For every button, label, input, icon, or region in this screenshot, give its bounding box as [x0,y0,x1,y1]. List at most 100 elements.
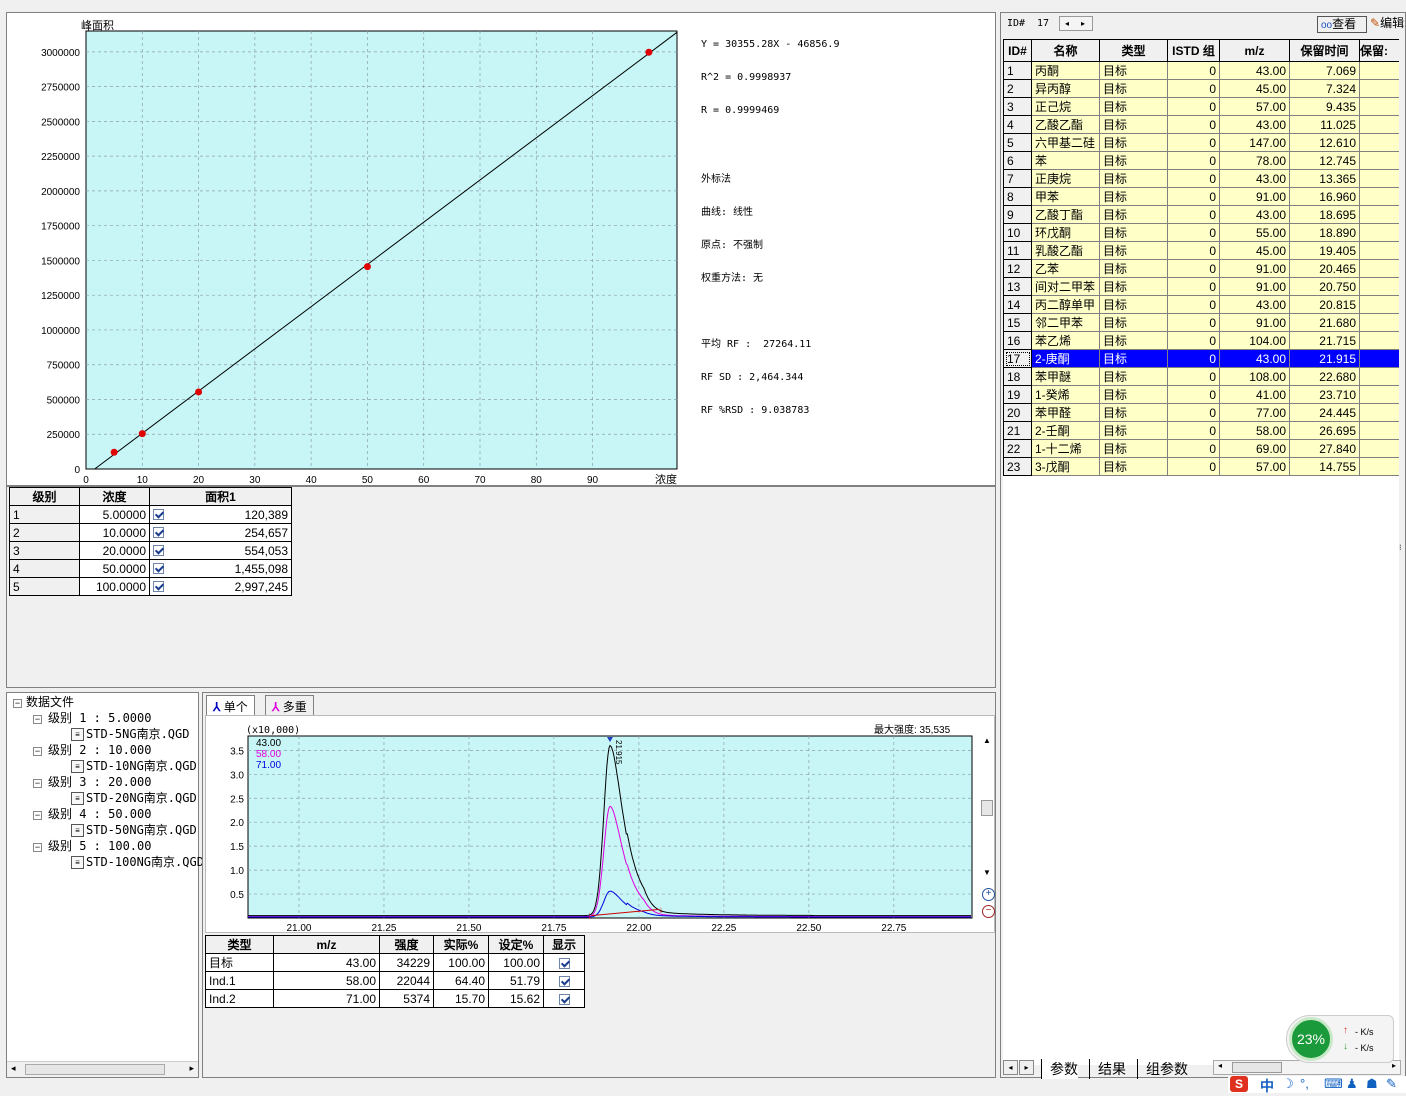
compound-row[interactable]: 10 环戊酮 目标 0 55.00 18.890 [1003,223,1399,242]
compound-rt2[interactable] [1359,115,1399,134]
compound-mz[interactable]: 91.00 [1219,259,1290,278]
compound-id[interactable]: 13 [1003,277,1032,296]
compound-type[interactable]: 目标 [1099,439,1168,458]
compound-type[interactable]: 目标 [1099,223,1168,242]
compound-rt2[interactable] [1359,61,1399,80]
tree-scroll-thumb[interactable] [25,1064,165,1075]
tab-group-params[interactable]: 组参数 [1137,1059,1188,1079]
compound-rt[interactable]: 9.435 [1289,97,1360,116]
compound-id[interactable]: 10 [1003,223,1032,242]
compound-name[interactable]: 2-庚酮 [1031,349,1100,368]
ion-mz[interactable]: 71.00 [273,989,380,1008]
compound-rt[interactable]: 22.680 [1289,367,1360,386]
tree-level[interactable]: − 级别 2 : 10.000 [13,742,204,758]
ion-show[interactable] [543,953,585,972]
compound-name[interactable]: 苯乙烯 [1031,331,1100,350]
compound-type[interactable]: 目标 [1099,115,1168,134]
tree-level[interactable]: − 级别 5 : 100.00 [13,838,204,854]
tools-icon[interactable]: ✎ [1386,1076,1397,1092]
compound-mz[interactable]: 43.00 [1219,349,1290,368]
compound-id[interactable]: 23 [1003,457,1032,476]
cal-data-point[interactable] [195,388,203,396]
ion-col-mz[interactable]: m/z [273,935,380,954]
compound-id[interactable]: 9 [1003,205,1032,224]
compound-type[interactable]: 目标 [1099,241,1168,260]
compound-mz[interactable]: 45.00 [1219,241,1290,260]
tree-level[interactable]: − 级别 1 : 5.0000 [13,710,204,726]
compound-rt[interactable]: 23.710 [1289,385,1360,404]
compound-type[interactable]: 目标 [1099,169,1168,188]
compound-id[interactable]: 1 [1003,61,1032,80]
compound-id[interactable]: 22 [1003,439,1032,458]
compound-mz[interactable]: 91.00 [1219,313,1290,332]
compound-rt2[interactable] [1359,205,1399,224]
compound-id[interactable]: 19 [1003,385,1032,404]
view-button[interactable]: oo查看 [1317,16,1367,33]
moon-icon[interactable]: ☽ [1282,1076,1294,1092]
col-mz[interactable]: m/z [1219,39,1290,62]
compound-row[interactable]: 23 3-戊酮 目标 0 57.00 14.755 [1003,457,1399,476]
compound-type[interactable]: 目标 [1099,133,1168,152]
user-icon[interactable]: ☗ [1366,1076,1378,1092]
area-cell[interactable]: 1,455,098 [149,559,292,578]
compound-rt2[interactable] [1359,313,1399,332]
zoom-in-icon[interactable]: + [982,888,995,901]
compound-id[interactable]: 3 [1003,97,1032,116]
compound-id[interactable]: 2 [1003,79,1032,98]
compound-id[interactable]: 18 [1003,367,1032,386]
compound-row[interactable]: 13 间对二甲苯 目标 0 91.00 20.750 [1003,277,1399,296]
area-col-header[interactable]: 面积1 [149,487,292,506]
conc-cell[interactable]: 20.0000 [79,541,150,560]
compound-istd[interactable]: 0 [1167,79,1220,98]
compound-rt2[interactable] [1359,151,1399,170]
compound-name[interactable]: 正己烷 [1031,97,1100,116]
compound-name[interactable]: 乙酸乙酯 [1031,115,1100,134]
compound-row[interactable]: 6 苯目标 0 78.00 12.745 [1003,151,1399,170]
compound-row[interactable]: 4 乙酸乙酯 目标 0 43.00 11.025 [1003,115,1399,134]
id-spinner[interactable]: ◂ ▸ [1059,16,1093,31]
conc-cell[interactable]: 5.00000 [79,505,150,524]
ion-set[interactable]: 51.79 [488,971,544,990]
zoom-out-icon[interactable]: − [982,905,995,918]
compound-row[interactable]: 2 异丙醇 目标 0 45.00 7.324 [1003,79,1399,98]
compound-type[interactable]: 目标 [1099,97,1168,116]
area-checkbox[interactable] [153,527,164,538]
compound-mz[interactable]: 69.00 [1219,439,1290,458]
tree-file[interactable]: ≡ STD-50NG南京.QGD [13,822,204,838]
ion-row[interactable]: Ind.2 71.00 5374 15.70 15.62 [205,989,585,1008]
compound-id[interactable]: 12 [1003,259,1032,278]
compound-rt[interactable]: 7.324 [1289,79,1360,98]
compound-rt2[interactable] [1359,295,1399,314]
compound-istd[interactable]: 0 [1167,241,1220,260]
compound-istd[interactable]: 0 [1167,205,1220,224]
compound-rt[interactable]: 20.750 [1289,277,1360,296]
compound-name[interactable]: 异丙醇 [1031,79,1100,98]
ion-show-checkbox[interactable] [558,975,570,987]
compound-istd[interactable]: 0 [1167,169,1220,188]
tree-file[interactable]: ≡ STD-5NG南京.QGD [13,726,204,742]
tab-hscroll-thumb[interactable] [1232,1062,1282,1073]
ion-col-set[interactable]: 设定% [488,935,544,954]
ime-toolbar[interactable]: S 中 ☽ °, ⌨ ♟ ☗ ✎ [1228,1076,1406,1096]
tree-level[interactable]: − 级别 3 : 20.000 [13,774,204,790]
compound-istd[interactable]: 0 [1167,349,1220,368]
compound-istd[interactable]: 0 [1167,367,1220,386]
compound-rt2[interactable] [1359,439,1399,458]
tree-level[interactable]: − 级别 4 : 50.000 [13,806,204,822]
compound-type[interactable]: 目标 [1099,277,1168,296]
compound-type[interactable]: 目标 [1099,385,1168,404]
compound-istd[interactable]: 0 [1167,277,1220,296]
compound-type[interactable]: 目标 [1099,79,1168,98]
compound-rt[interactable]: 20.465 [1289,259,1360,278]
compound-row[interactable]: 11 乳酸乙酯 目标 0 45.00 19.405 [1003,241,1399,260]
compound-rt[interactable]: 19.405 [1289,241,1360,260]
compound-istd[interactable]: 0 [1167,187,1220,206]
compound-id[interactable]: 16 [1003,331,1032,350]
compound-type[interactable]: 目标 [1099,457,1168,476]
ime-mode[interactable]: 中 [1260,1076,1274,1096]
compound-rt[interactable]: 26.695 [1289,421,1360,440]
compound-istd[interactable]: 0 [1167,439,1220,458]
cal-data-point[interactable] [645,48,653,56]
compound-mz[interactable]: 43.00 [1219,169,1290,188]
ion-mz[interactable]: 43.00 [273,953,380,972]
